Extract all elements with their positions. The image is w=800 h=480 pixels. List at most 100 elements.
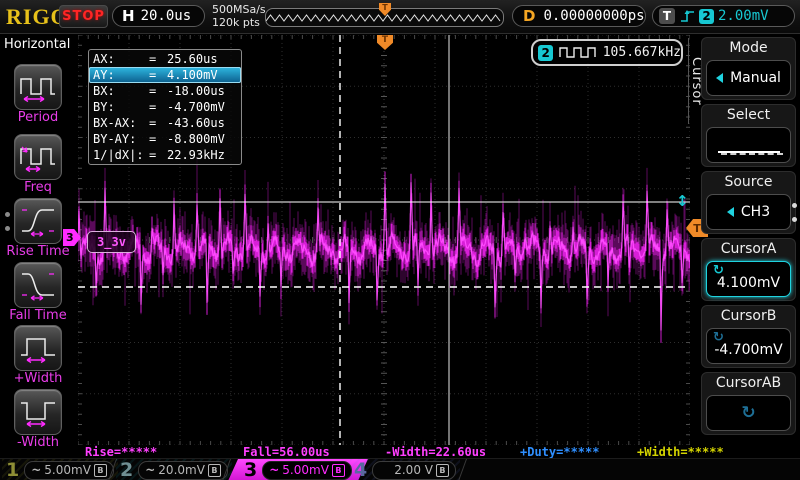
channel-4-status[interactable]: 4 2.00 V B	[350, 459, 460, 480]
rising-edge-icon	[679, 8, 696, 24]
cursor-b-section[interactable]: CursorB ↻ -4.700mV	[701, 305, 796, 368]
cursor-select-section[interactable]: Select	[701, 104, 796, 167]
readout-value: -43.60us	[167, 116, 225, 130]
dashed-line-icon	[721, 153, 783, 155]
readout-value: 25.60us	[167, 52, 218, 66]
readout-label: BY:	[93, 100, 149, 114]
measure-period-button[interactable]	[14, 64, 62, 110]
cursor-a-button[interactable]: ↻ 4.100mV	[706, 261, 791, 297]
measurement-results-row: Rise=***** Fall=56.00us -Width=22.60us +…	[0, 445, 800, 458]
measure-freq-button[interactable]	[14, 134, 62, 180]
cursor-source-section[interactable]: Source CH3	[701, 171, 796, 234]
channel-1-scale: 5.00mV	[44, 463, 91, 477]
measurement-nwidth: -Width=22.60us	[385, 445, 486, 459]
left-page-dot-1	[5, 212, 10, 217]
channel-3-status-active[interactable]: 3 ~ 5.00mV B	[228, 459, 368, 480]
minus-width-icon	[18, 396, 58, 428]
horizontal-timebase-box[interactable]: H 20.0us	[112, 5, 205, 27]
left-page-dot-2	[5, 226, 10, 231]
delay-position-marker-label: T	[382, 3, 387, 12]
equals-sign: =	[149, 100, 167, 114]
delay-box[interactable]: D 0.00000000ps	[512, 5, 646, 27]
readout-label: AY:	[93, 68, 149, 82]
channel-3-marker-label: 3	[66, 231, 74, 244]
cursor-a-section[interactable]: CursorA ↻ 4.100mV	[701, 238, 796, 301]
knob-icon: ↻	[741, 403, 755, 423]
t-label: T	[659, 8, 675, 24]
channel-3-scale-pill: ~ 5.00mV B	[262, 461, 352, 480]
run-state-badge[interactable]: STOP	[59, 5, 108, 28]
cursor-ab-section[interactable]: CursorAB ↻	[701, 372, 796, 435]
channel-2-status[interactable]: 2 ~ 20.0mV B	[116, 459, 232, 480]
frequency-value: 105.667kHz	[603, 45, 681, 60]
readout-value: -4.700mV	[167, 100, 225, 114]
channel-3-scale: 5.00mV	[282, 463, 329, 477]
channel-2-number: 2	[120, 459, 133, 480]
channel-4-number: 4	[354, 459, 367, 480]
plus-width-icon	[18, 332, 58, 364]
readout-value: -8.800mV	[167, 132, 225, 146]
left-arrow-icon	[727, 207, 734, 217]
delay-value: 0.00000000ps	[543, 8, 644, 24]
oscilloscope-screen: RIGOL STOP H 20.0us 500MSa/s 120k pts T …	[0, 0, 800, 480]
bandwidth-limit-icon: B	[436, 464, 449, 477]
run-state-label: STOP	[62, 9, 105, 24]
knob-icon: ↻	[713, 263, 724, 278]
cursor-mode-section[interactable]: Mode Manual	[701, 37, 796, 100]
readout-label: BY-AY:	[93, 132, 149, 146]
cursor-b-value: -4.700mV	[714, 342, 782, 358]
equals-sign: =	[149, 116, 167, 130]
mode-title: Mode	[702, 40, 795, 56]
mode-value: Manual	[730, 70, 781, 86]
source-title: Source	[702, 174, 795, 190]
bandwidth-limit-icon: B	[208, 464, 221, 477]
left-arrow-icon	[716, 73, 723, 83]
measure-period-label: Period	[0, 110, 76, 125]
equals-sign: =	[149, 148, 167, 162]
trigger-box[interactable]: T 2 2.00mV	[652, 5, 795, 27]
channel-1-status[interactable]: 1 ~ 5.00mV B	[2, 459, 118, 480]
measure-falltime-button[interactable]	[14, 262, 62, 308]
readout-row-by: BY: = -4.700mV	[89, 99, 241, 115]
measurement-duty: +Duty=*****	[520, 445, 599, 459]
sample-rate: 500MSa/s	[212, 3, 266, 16]
readout-label: BX:	[93, 84, 149, 98]
measure-risetime-button[interactable]	[14, 198, 62, 244]
ac-coupling-icon: ~	[145, 465, 155, 475]
readout-label: BX-AX:	[93, 116, 149, 130]
d-label: D	[523, 7, 535, 25]
cursor-ab-title: CursorAB	[702, 375, 795, 391]
readout-value: -18.00us	[167, 84, 225, 98]
readout-row-byay: BY-AY: = -8.800mV	[89, 131, 241, 147]
cursor-b-button[interactable]: ↻ -4.700mV	[706, 328, 791, 364]
select-button[interactable]	[706, 127, 791, 163]
trigger-level-marker-label: T	[693, 222, 701, 235]
acquisition-info: 500MSa/s 120k pts	[212, 3, 266, 29]
waveform-label: 3_3v	[87, 231, 136, 253]
readout-row-inv-dx: 1/|dX|: = 22.93kHz	[89, 147, 241, 163]
measure-minuswidth-button[interactable]	[14, 389, 62, 435]
equals-sign: =	[149, 52, 167, 66]
cursor-ab-button[interactable]: ↻	[706, 395, 791, 431]
top-bar: RIGOL STOP H 20.0us 500MSa/s 120k pts T …	[0, 0, 800, 34]
readout-value: 4.100mV	[167, 68, 218, 82]
source-button[interactable]: CH3	[706, 194, 791, 230]
equals-sign: =	[149, 132, 167, 146]
memory-depth: 120k pts	[212, 16, 266, 29]
freq-channel-chip: 2	[538, 45, 553, 61]
measure-freq-label: Freq	[0, 180, 76, 195]
mode-button[interactable]: Manual	[706, 60, 791, 96]
period-icon	[18, 71, 58, 103]
channel-4-scale: 2.00 V	[394, 463, 433, 477]
channel-status-bar: 1 ~ 5.00mV B 2 ~ 20.0mV B 3 ~ 5.00mV B	[0, 458, 800, 480]
readout-row-ax: AX: = 25.60us	[89, 51, 241, 67]
measure-pluswidth-button[interactable]	[14, 325, 62, 371]
channel-4-scale-pill: 2.00 V B	[372, 461, 456, 480]
readout-row-bxax: BX-AX: = -43.60us	[89, 115, 241, 131]
rise-time-icon	[18, 205, 58, 237]
square-wave-icon	[558, 45, 596, 60]
measurement-rise: Rise=*****	[85, 445, 157, 459]
timebase-value: 20.0us	[141, 8, 192, 24]
knob-icon: ↻	[713, 330, 724, 345]
measure-pluswidth-label: +Width	[0, 371, 76, 386]
